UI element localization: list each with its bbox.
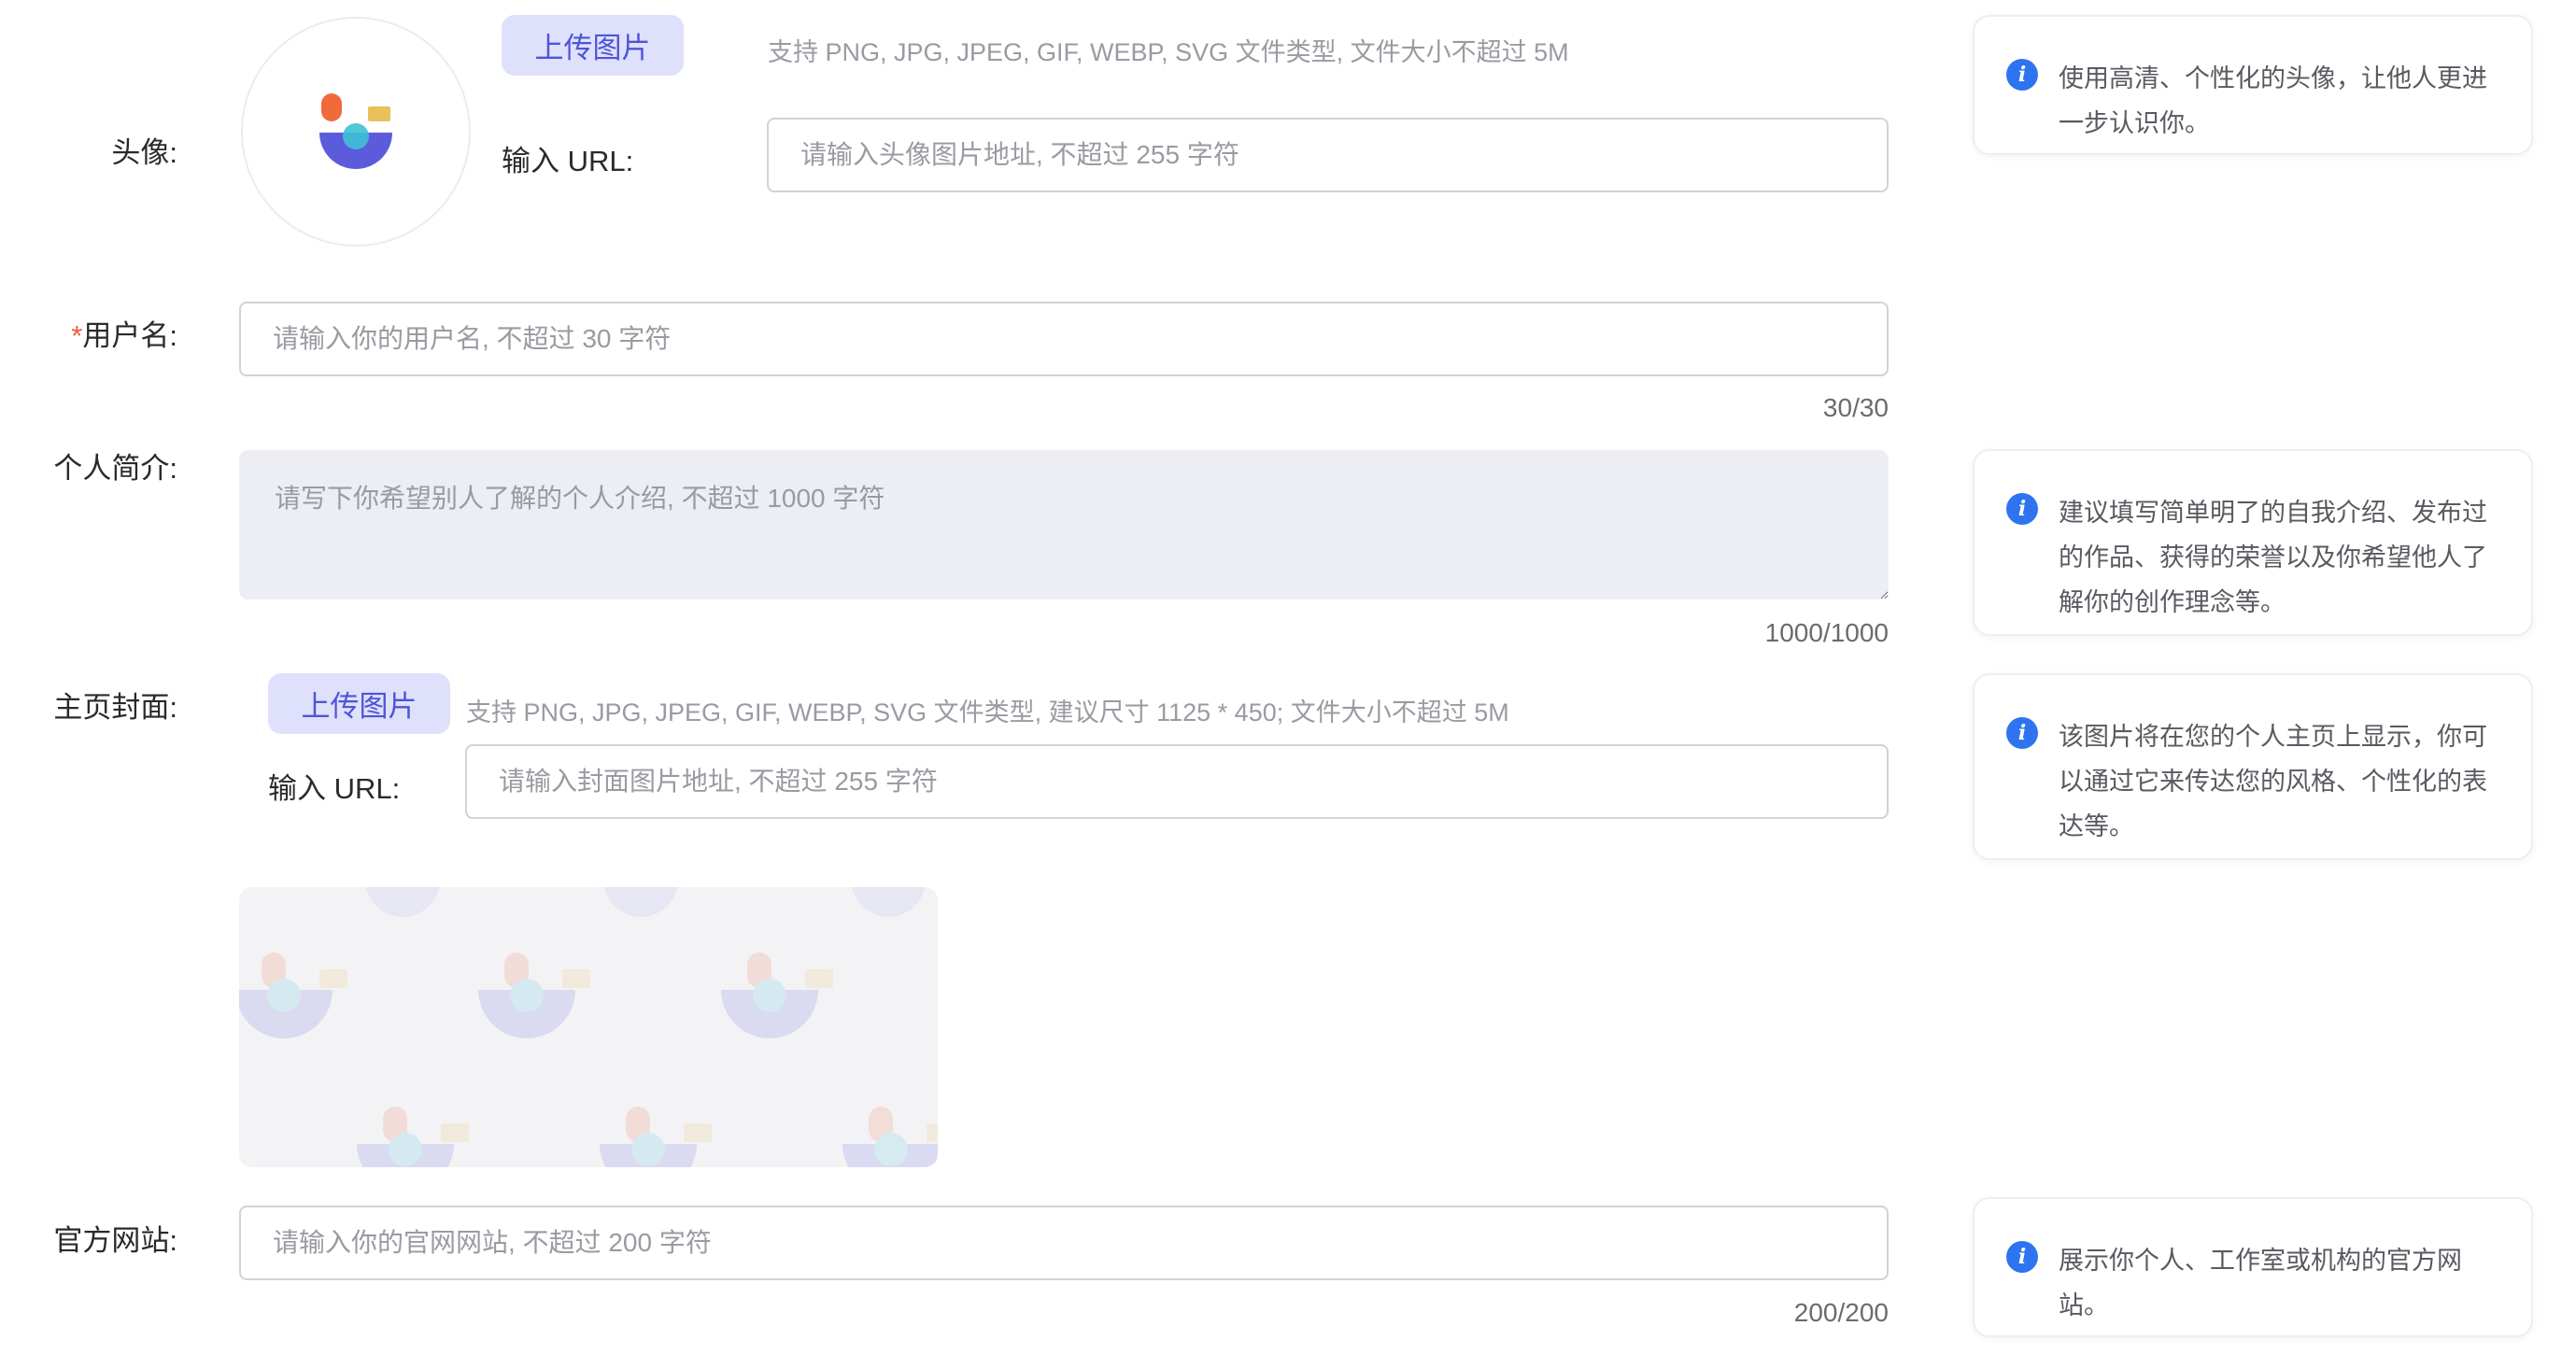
avatar-tip-text: 使用高清、个性化的头像，让他人更进一步认识你。 <box>2059 64 2487 137</box>
required-mark: * <box>71 319 83 352</box>
info-icon: i <box>2006 1241 2038 1273</box>
username-label: *用户名: <box>0 321 177 350</box>
bio-textarea[interactable] <box>239 450 1889 599</box>
cover-upload-button[interactable]: 上传图片 <box>268 673 450 734</box>
bio-tip-card: i 建议填写简单明了的自我介绍、发布过的作品、获得的荣誉以及你希望他人了解你的创… <box>1973 449 2533 636</box>
avatar[interactable] <box>241 17 471 247</box>
username-counter: 30/30 <box>1822 393 1889 422</box>
username-input[interactable] <box>239 302 1889 376</box>
avatar-url-input[interactable] <box>767 118 1889 192</box>
avatar-upload-button[interactable]: 上传图片 <box>502 15 684 76</box>
cover-pattern <box>239 887 938 1167</box>
bio-counter: 1000/1000 <box>1764 618 1889 647</box>
cover-tip-text: 该图片将在您的个人主页上显示，你可以通过它来传达您的风格、个性化的表达等。 <box>2059 723 2487 840</box>
cover-url-input[interactable] <box>465 744 1889 819</box>
website-input[interactable] <box>239 1206 1889 1280</box>
website-label: 官方网站: <box>53 1224 177 1257</box>
cover-url-label: 输入 URL: <box>268 772 401 805</box>
bio-label: 个人简介: <box>53 452 177 485</box>
default-avatar-logo-icon <box>319 93 392 169</box>
bio-tip-text: 建议填写简单明了的自我介绍、发布过的作品、获得的荣誉以及你希望他人了解你的创作理… <box>2059 499 2487 616</box>
cover-tip-card: i 该图片将在您的个人主页上显示，你可以通过它来传达您的风格、个性化的表达等。 <box>1973 673 2533 860</box>
avatar-upload-hint: 支持 PNG, JPG, JPEG, GIF, WEBP, SVG 文件类型, … <box>768 38 1569 66</box>
avatar-url-label: 输入 URL: <box>502 145 634 177</box>
info-icon: i <box>2006 493 2038 525</box>
avatar-label: 头像: <box>111 136 177 169</box>
website-tip-card: i 展示你个人、工作室或机构的官方网站。 <box>1973 1197 2533 1337</box>
info-icon: i <box>2006 717 2038 749</box>
info-icon: i <box>2006 59 2038 91</box>
cover-upload-hint: 支持 PNG, JPG, JPEG, GIF, WEBP, SVG 文件类型, … <box>466 698 1509 726</box>
cover-label: 主页封面: <box>53 691 177 724</box>
avatar-tip-card: i 使用高清、个性化的头像，让他人更进一步认识你。 <box>1973 15 2533 155</box>
website-tip-text: 展示你个人、工作室或机构的官方网站。 <box>2059 1247 2462 1319</box>
website-counter: 200/200 <box>1793 1298 1889 1327</box>
username-label-text: 用户名: <box>82 319 177 352</box>
cover-preview[interactable] <box>239 887 938 1167</box>
